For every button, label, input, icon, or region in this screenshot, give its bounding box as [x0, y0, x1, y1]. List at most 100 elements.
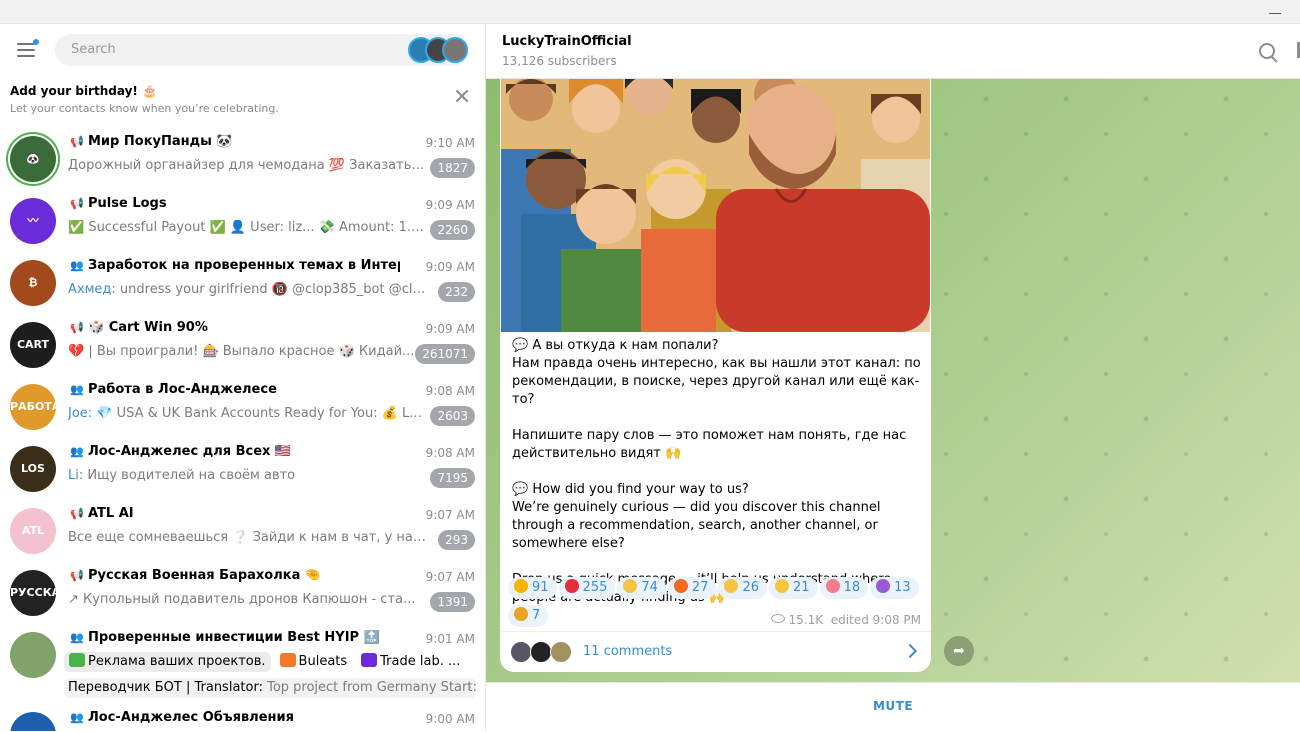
chat-name: 👥 Лос-Анджелес для Всех 🇺🇸 [70, 444, 292, 459]
reaction-button[interactable]: 74 [617, 577, 666, 599]
forum-topic[interactable]: Buleats [275, 652, 353, 672]
reaction-button[interactable]: 26 [718, 577, 768, 599]
chat-name: 📢 Русская Военная Барахолка 🤏 [70, 568, 322, 583]
channel-header[interactable]: LuckyTrainOfficial 13,126 subscribers [486, 24, 1300, 79]
chat-preview: Joe: 💎 USA & UK Bank Accounts Ready for … [68, 406, 428, 421]
story-avatar[interactable] [442, 37, 468, 63]
chat-preview: 💔 | Вы проиграли! 🎰 Выпало красное 🎲 Кид… [68, 344, 415, 359]
chat-preview: ✅ Successful Payout ✅ 👤 User: liz... 💸 A… [68, 220, 428, 235]
topic-icon [69, 653, 85, 667]
reaction-emoji-icon [514, 607, 528, 621]
reaction-button[interactable]: 255 [558, 577, 616, 599]
chat-name: 📢 ATL AI [70, 506, 134, 521]
commenter-avatar [510, 641, 532, 663]
chat-type-icon: 👥 [70, 259, 84, 272]
chevron-right-icon [902, 643, 918, 659]
search-input[interactable]: Search [55, 34, 469, 66]
reaction-button[interactable]: 13 [870, 577, 919, 599]
unread-badge: 261071 [415, 344, 475, 364]
chat-time: 9:07 AM [425, 570, 475, 584]
birthday-title: Add your birthday! 🎂 [10, 84, 157, 98]
chat-list-item[interactable]: 〰 📢 Pulse Logs 9:09 AM ✅ Successful Payout ✅… [0, 192, 485, 254]
channel-title: LuckyTrainOfficial [502, 34, 632, 49]
chat-name: 👥 Лос-Анджелес Объявления [70, 710, 294, 725]
chat-list-item[interactable]: LOS ANGELES 👥Лос-Анджелес для Всех 🇺🇸 9:08… [0, 440, 485, 502]
chat-preview: ↗ Купольный подавитель дронов Капюшон - … [68, 592, 416, 607]
chat-list-item[interactable]: 👥 Лос-Анджелес Объявления 9:00 AM [0, 706, 485, 731]
reaction-emoji-icon [514, 579, 528, 593]
chat-type-icon: 📢 [70, 321, 84, 334]
chat-avatar: ATL [10, 508, 56, 554]
chat-name: 📢 Pulse Logs [70, 196, 167, 211]
chat-preview: Дорожный органайзер для чемодана 💯 Заказ… [68, 158, 428, 173]
chat-list-item[interactable]: РУССКАЯ 📢Русская Военная Барахолка 🤏 9:07 … [0, 564, 485, 626]
chat-avatar: РАБОТА [10, 384, 56, 430]
forum-topic[interactable]: Trade lab. ... [356, 652, 465, 672]
commenter-avatar [550, 641, 572, 663]
forum-topic[interactable]: Реклама ваших проектов. [64, 652, 271, 672]
chat-list-item[interactable]: ATL 📢 ATL AI 9:07 AM Все еще сомневаешься ❔ … [0, 502, 485, 564]
stories-avatars[interactable] [408, 37, 468, 63]
reaction-button[interactable]: 91 [508, 577, 557, 599]
chat-list-item-forum[interactable]: 👥 Проверенные инвестиции Best HYIP 🔝 9:01 … [0, 626, 485, 706]
chat-avatar [10, 632, 56, 678]
comments-button[interactable]: 11 comments [500, 632, 931, 672]
chat-avatar: CART WIN [10, 322, 56, 368]
chat-time: 9:10 AM [425, 136, 475, 150]
chat-avatar: 🐼 [10, 136, 56, 182]
chat-type-icon: 📢 [70, 569, 84, 582]
unread-badge: 293 [438, 530, 475, 550]
mute-button[interactable]: MUTE [486, 699, 1300, 713]
chat-time: 9:07 AM [425, 508, 475, 522]
comments-label: 11 comments [583, 644, 673, 659]
chat-time: 9:09 AM [425, 260, 475, 274]
commenter-avatar [530, 641, 552, 663]
edited-time: edited 9:08 PM [830, 613, 921, 627]
search-icon[interactable] [1259, 43, 1275, 59]
chat-avatar: LOS ANGELES [10, 446, 56, 492]
chat-avatar [10, 712, 56, 731]
chat-time: 9:00 AM [425, 712, 475, 726]
topic-icon [361, 653, 378, 667]
chevron-right-icon: › [466, 680, 472, 695]
chat-type-icon: 👥 [70, 383, 84, 396]
minimize-icon[interactable] [1269, 13, 1281, 14]
post-image[interactable] [501, 79, 930, 332]
chat-list-item[interactable]: 🐼 📢 Мир ПокуПанды 🐼 9:10 AM Дорожный органай… [0, 130, 485, 192]
forum-topic-preview[interactable]: Переводчик БОТ | Translator: Top project… [64, 678, 476, 698]
mute-label: MUTE [872, 699, 914, 713]
group-icon: 👥 [70, 631, 84, 644]
notification-dot [33, 39, 39, 45]
chat-list-item[interactable]: РАБОТА 👥 Работа в Лос-Анджелесе 9:08 AM Joe:… [0, 378, 485, 440]
topic-icon [279, 653, 296, 667]
hamburger-menu-icon[interactable] [17, 39, 39, 57]
chat-time: 9:08 AM [425, 446, 475, 460]
eye-icon [770, 614, 785, 623]
view-count: 15.1K [788, 613, 824, 627]
birthday-banner[interactable]: Add your birthday! 🎂 Let your contacts k… [10, 84, 475, 120]
window-title-bar [0, 0, 1300, 24]
chat-list-item[interactable]: CART WIN 📢🎲 Cart Win 90% 9:09 AM 💔 | Вы про… [0, 316, 485, 378]
unread-badge: 7195 [430, 468, 475, 488]
chat-list-item[interactable]: ₿ 👥Заработок на проверенных темах в Интер… [0, 254, 485, 316]
reaction-emoji-icon [724, 579, 739, 593]
unread-badge: 1827 [430, 158, 475, 178]
message-area: 💬 А вы откуда к нам попали? Нам правда о… [486, 79, 1300, 682]
reaction-emoji-icon [564, 579, 579, 593]
chat-avatar: 〰 [10, 198, 56, 244]
chat-list: 🐼 📢 Мир ПокуПанды 🐼 9:10 AM Дорожный органай… [0, 130, 485, 731]
unread-badge: 232 [438, 282, 475, 302]
reaction-button[interactable]: 18 [819, 577, 869, 599]
chat-name: 📢 Мир ПокуПанды 🐼 [70, 134, 233, 149]
chat-type-icon: 📢 [70, 197, 84, 210]
search-placeholder: Search [71, 42, 116, 57]
unread-badge: 2260 [430, 220, 475, 240]
reaction-button[interactable]: 7 [508, 605, 549, 627]
chat-time: 9:09 AM [425, 198, 475, 212]
reaction-button[interactable]: 27 [667, 577, 717, 599]
chat-name: 👥 Работа в Лос-Анджелесе [70, 382, 277, 397]
close-icon[interactable] [454, 88, 470, 104]
reaction-button[interactable]: 21 [769, 577, 818, 599]
channel-post[interactable]: 💬 А вы откуда к нам попали? Нам правда о… [500, 79, 931, 672]
share-icon[interactable]: ➦ [944, 636, 974, 666]
